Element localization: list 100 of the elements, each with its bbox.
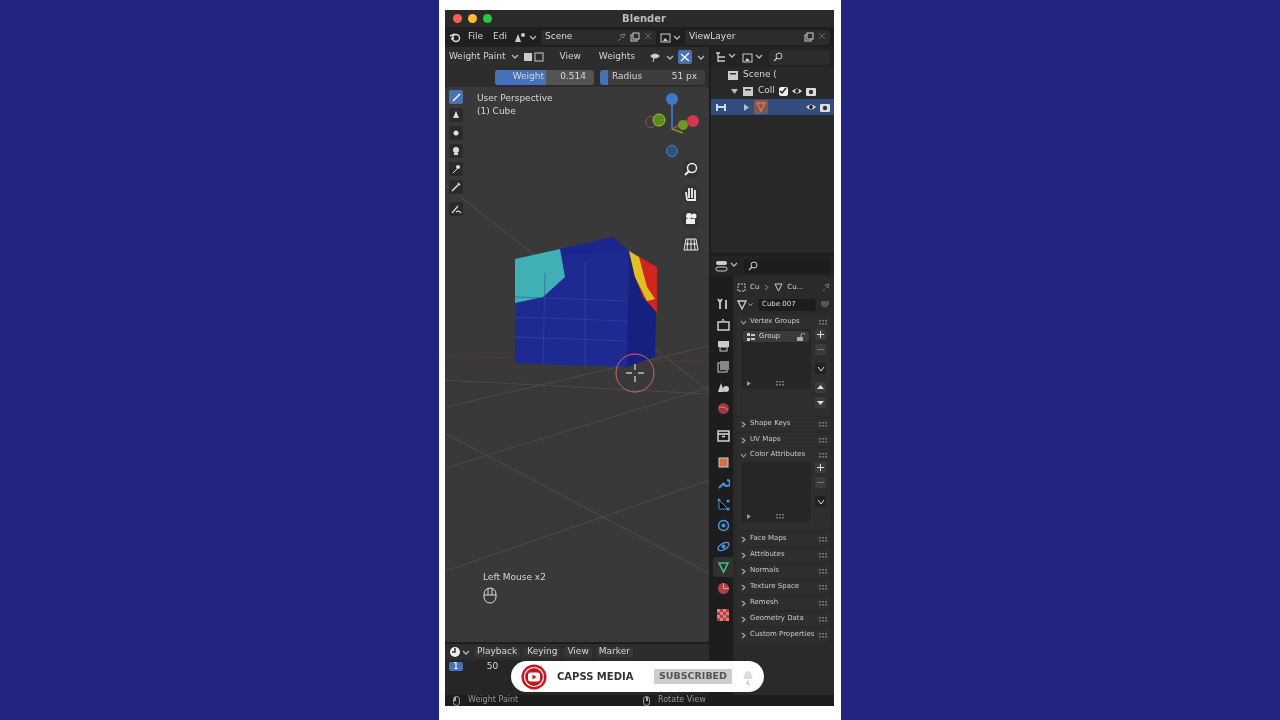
- eye-icon[interactable]: [806, 102, 816, 112]
- scene-icon[interactable]: [513, 31, 528, 43]
- sphere-icon: [716, 581, 730, 595]
- mesh-icon[interactable]: [737, 300, 747, 310]
- add-button[interactable]: [815, 329, 826, 340]
- scene-field[interactable]: Scene: [540, 29, 656, 45]
- move-down-button[interactable]: [815, 397, 826, 408]
- image-icon[interactable]: [660, 31, 672, 43]
- search-field[interactable]: [769, 49, 830, 65]
- subscribed-button[interactable]: SUBSCRIBED: [653, 669, 732, 684]
- expand-icon[interactable]: [747, 380, 752, 386]
- hand-button[interactable]: [682, 185, 700, 203]
- pin-icon[interactable]: [616, 32, 626, 42]
- grip-icon[interactable]: [819, 552, 827, 558]
- close-icon[interactable]: [818, 32, 826, 40]
- copy-icon[interactable]: [804, 32, 814, 42]
- select-mode-icon[interactable]: [522, 51, 545, 63]
- specials-button[interactable]: [815, 496, 826, 507]
- grip-icon[interactable]: [819, 632, 827, 638]
- pen-tool[interactable]: [449, 202, 463, 216]
- minimize-button[interactable]: [468, 14, 477, 23]
- outliner-item[interactable]: Scene (: [743, 70, 777, 80]
- minus-icon: [817, 346, 824, 353]
- grip-icon[interactable]: [819, 319, 827, 325]
- grip-icon[interactable]: [819, 600, 827, 606]
- specials-button[interactable]: [815, 363, 826, 374]
- grip-icon[interactable]: [819, 584, 827, 590]
- search-field[interactable]: [744, 258, 830, 274]
- camera-icon[interactable]: [820, 102, 830, 112]
- grip-icon[interactable]: [819, 437, 827, 443]
- maximize-button[interactable]: [483, 14, 492, 23]
- expanded-icon[interactable]: [731, 87, 738, 95]
- remove-button[interactable]: [815, 344, 826, 355]
- weight-slider[interactable]: Weight 0.514: [494, 69, 594, 85]
- grid-icon: [683, 236, 699, 252]
- eyedropper-tool[interactable]: [449, 180, 463, 194]
- camera-icon[interactable]: [805, 86, 816, 96]
- tool-icon: [716, 296, 730, 310]
- plus-icon: [817, 464, 824, 471]
- mode-dropdown[interactable]: Weight Paint: [449, 52, 519, 62]
- menu-item[interactable]: File: [465, 32, 487, 42]
- outliner-row[interactable]: [711, 99, 834, 115]
- pin-icon[interactable]: [821, 283, 830, 292]
- collection-icon: [727, 69, 739, 81]
- grip-icon[interactable]: [776, 513, 784, 519]
- close-button[interactable]: [453, 14, 462, 23]
- camera-button[interactable]: [682, 210, 700, 228]
- image-icon[interactable]: [742, 51, 754, 63]
- dot-tool[interactable]: [449, 126, 463, 140]
- remove-button[interactable]: [815, 477, 826, 488]
- view-layer-field[interactable]: ViewLayer: [685, 29, 830, 45]
- menu-item[interactable]: Keying: [524, 647, 561, 657]
- channel-name[interactable]: CAPSS MEDIA: [557, 671, 644, 682]
- expand-icon[interactable]: [747, 513, 752, 519]
- chevron-down-icon: [740, 318, 747, 326]
- grip-icon[interactable]: [819, 421, 827, 427]
- outliner-icon[interactable]: [715, 51, 727, 63]
- copy-icon[interactable]: [630, 32, 640, 42]
- checker-icon: [716, 608, 730, 622]
- clock-icon[interactable]: [449, 646, 461, 658]
- gizmo-toggle-icon[interactable]: [678, 50, 692, 64]
- zoom-button[interactable]: [682, 160, 700, 178]
- add-button[interactable]: [815, 462, 826, 473]
- menu-item[interactable]: Marker: [595, 647, 633, 657]
- menu-item[interactable]: Weights: [595, 52, 638, 62]
- smear-tool[interactable]: [449, 162, 463, 176]
- grip-icon[interactable]: [819, 616, 827, 622]
- move-up-button[interactable]: [815, 382, 826, 393]
- lock-icon[interactable]: [797, 332, 805, 341]
- grip-icon[interactable]: [819, 568, 827, 574]
- menu-item[interactable]: Playback: [474, 647, 521, 657]
- outliner-item[interactable]: Coll: [758, 86, 775, 96]
- grip-icon[interactable]: [819, 452, 827, 458]
- drop-icon: [450, 109, 462, 121]
- current-frame-marker[interactable]: 1: [449, 661, 463, 672]
- checkbox[interactable]: [778, 86, 788, 96]
- visibility-icon[interactable]: [649, 51, 661, 63]
- viewport-info-text: (1) Cube: [477, 106, 517, 117]
- brush-tool[interactable]: [449, 90, 463, 104]
- menu-item[interactable]: View: [564, 647, 592, 657]
- triangle-icon: [716, 560, 730, 574]
- globe-icon: [716, 401, 730, 415]
- menu-item[interactable]: Edi: [490, 32, 510, 42]
- zoom-icon: [683, 161, 699, 177]
- close-icon[interactable]: [644, 32, 652, 40]
- chevron-down-icon: [740, 451, 747, 459]
- menu-item[interactable]: View: [556, 52, 584, 62]
- properties-editor-icon[interactable]: [715, 260, 729, 272]
- grip-icon[interactable]: [776, 380, 784, 386]
- grid-button[interactable]: [682, 235, 700, 253]
- radius-field[interactable]: Radius 51 px: [599, 69, 705, 85]
- play-logo-icon[interactable]: [521, 663, 547, 690]
- blob-tool[interactable]: [449, 144, 463, 158]
- blender-logo-icon[interactable]: [449, 31, 461, 43]
- mesh-icon: [754, 100, 768, 114]
- grip-icon[interactable]: [819, 536, 827, 542]
- collapsed-icon[interactable]: [743, 103, 750, 111]
- triangle-tab[interactable]: [713, 557, 733, 577]
- drop-tool[interactable]: [449, 108, 463, 122]
- eye-icon[interactable]: [791, 86, 802, 96]
